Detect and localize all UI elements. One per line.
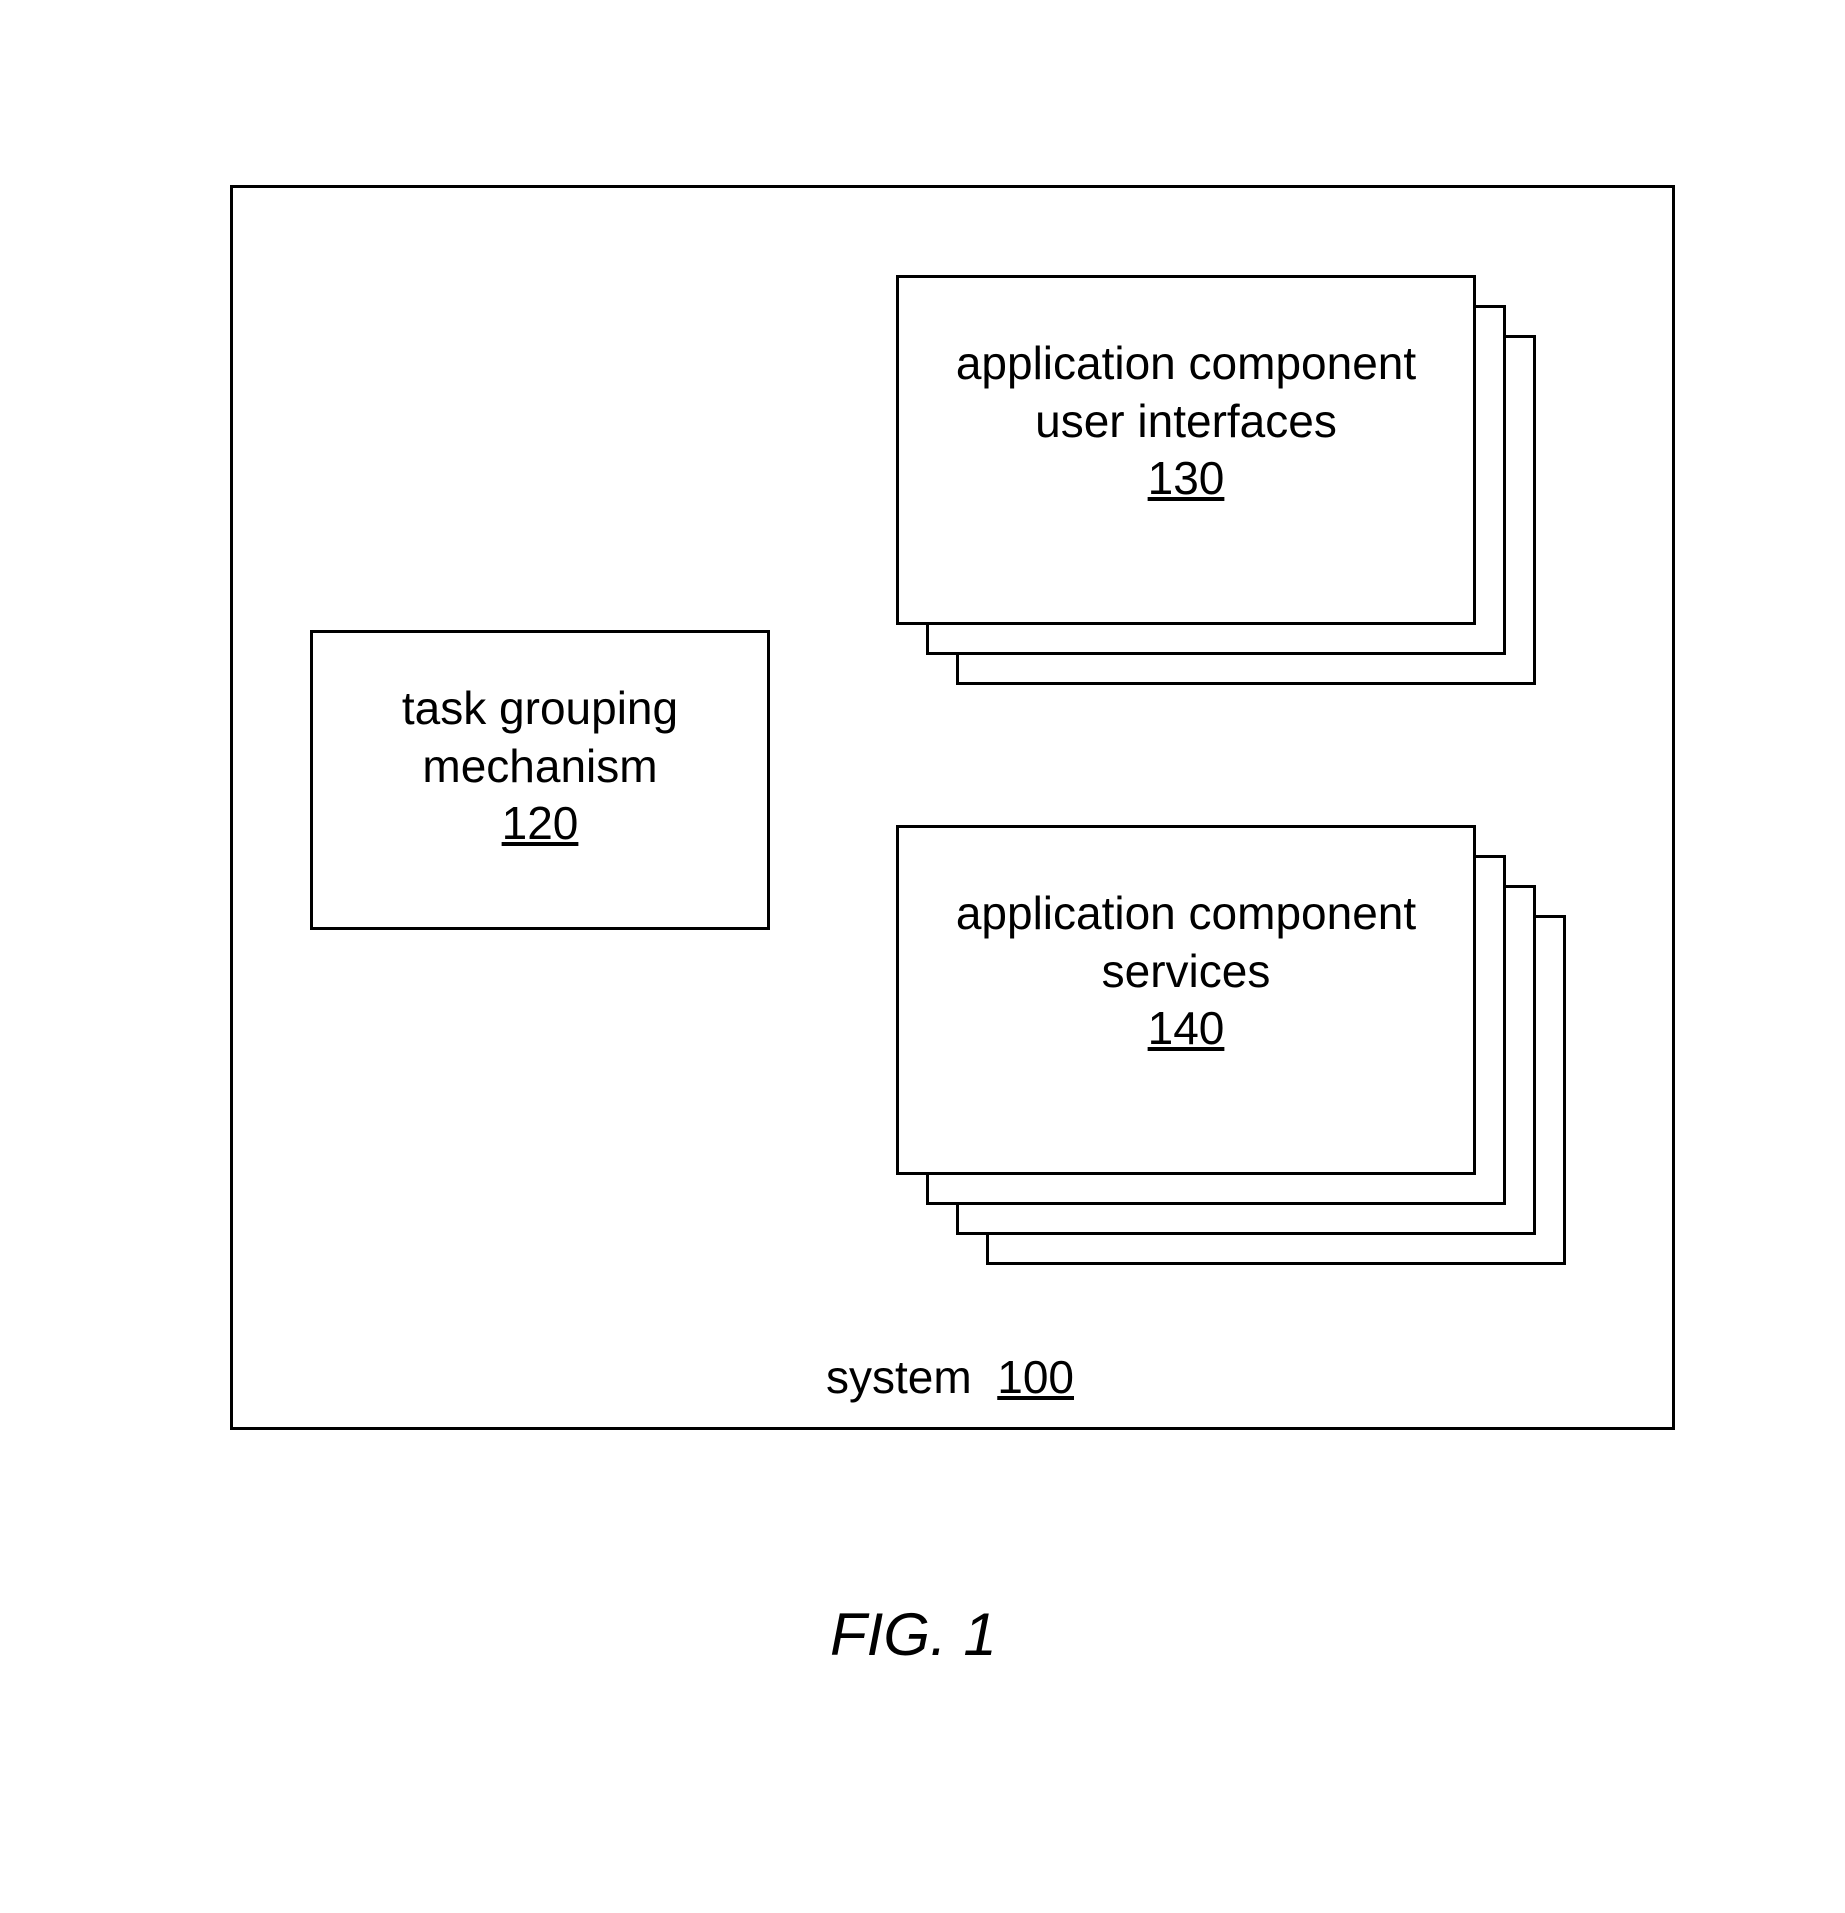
services-stack-number: 140 — [1148, 1002, 1225, 1054]
task-grouping-line1: task grouping — [402, 682, 678, 734]
services-stack-line1: application component — [956, 887, 1416, 939]
ui-stack-line1: application component — [956, 337, 1416, 389]
system-label: system 100 — [800, 1350, 1100, 1404]
system-number: 100 — [997, 1351, 1074, 1403]
figure-canvas: task grouping mechanism 120 application … — [0, 0, 1845, 1913]
system-label-prefix: system — [826, 1351, 972, 1403]
services-stack-line2: services — [1102, 945, 1271, 997]
task-grouping-number: 120 — [502, 797, 579, 849]
ui-stack-line2: user interfaces — [1035, 395, 1337, 447]
ui-stack-label: application component user interfaces 13… — [896, 335, 1476, 508]
figure-caption: FIG. 1 — [830, 1600, 997, 1669]
ui-stack-number: 130 — [1148, 452, 1225, 504]
task-grouping-line2: mechanism — [422, 740, 657, 792]
task-grouping-label: task grouping mechanism 120 — [310, 680, 770, 853]
services-stack-label: application component services 140 — [896, 885, 1476, 1058]
